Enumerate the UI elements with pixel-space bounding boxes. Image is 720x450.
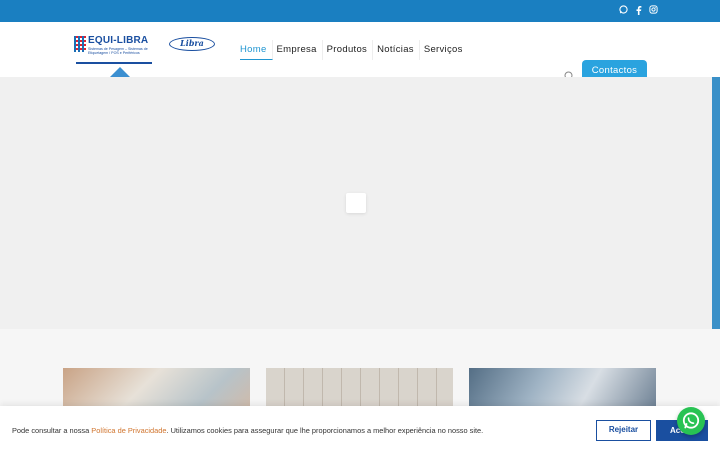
- nav-item-servicos[interactable]: Serviços: [420, 40, 468, 60]
- whatsapp-icon[interactable]: [619, 5, 628, 16]
- instagram-icon[interactable]: [649, 5, 658, 16]
- top-bar: [0, 0, 720, 22]
- scrollbar[interactable]: [712, 77, 720, 329]
- libra-partner-logo[interactable]: Libra: [169, 37, 215, 51]
- nav-item-noticias[interactable]: Notícias: [373, 40, 420, 60]
- cookie-message: Pode consultar a nossa Política de Priva…: [12, 426, 483, 435]
- equi-libra-logo[interactable]: EQUI-LIBRA Sistemas de Pesagem – Sistema…: [74, 34, 152, 77]
- whatsapp-icon: [682, 412, 700, 429]
- cookie-banner: Pode consultar a nossa Política de Priva…: [0, 406, 720, 450]
- nav-item-produtos[interactable]: Produtos: [323, 40, 374, 60]
- logo-balance-triangle: [110, 67, 130, 77]
- whatsapp-chat-button[interactable]: [677, 407, 705, 435]
- cookie-text-before: Pode consultar a nossa: [12, 426, 92, 435]
- logo-name: EQUI-LIBRA: [88, 35, 149, 46]
- privacy-policy-link[interactable]: Política de Privacidade: [91, 426, 166, 435]
- cookie-text-after: . Utilizamos cookies para assegurar que …: [166, 426, 484, 435]
- main-nav: Home Empresa Produtos Notícias Serviços: [240, 40, 468, 60]
- nav-item-empresa[interactable]: Empresa: [273, 40, 323, 60]
- logo-underline: [76, 62, 152, 64]
- social-links: [619, 5, 658, 16]
- logo-tagline: Sistemas de Pesagem – Sistemas de Etique…: [88, 47, 148, 56]
- nav-item-home[interactable]: Home: [240, 40, 273, 60]
- reject-cookies-button[interactable]: Rejeitar: [596, 420, 651, 441]
- slider-loading-indicator: [346, 193, 366, 213]
- facebook-icon[interactable]: [634, 5, 643, 16]
- logo-grid-mark: [74, 36, 86, 52]
- hero-slider: [0, 77, 720, 329]
